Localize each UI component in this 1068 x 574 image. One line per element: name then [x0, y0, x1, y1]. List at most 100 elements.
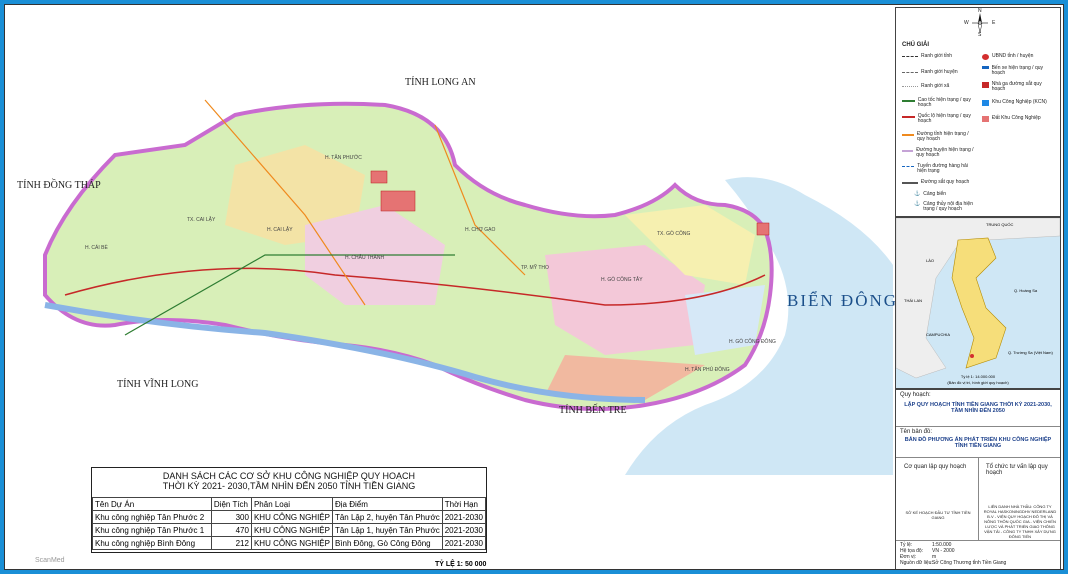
cell: 2021-2030: [441, 510, 487, 524]
district-label: H. GÒ CÔNG TÂY: [601, 277, 643, 283]
legend-duong-huyen: Đường huyện hiện trạng / quy hoạch: [902, 148, 974, 158]
district-label: H. GÒ CÔNG ĐÔNG: [729, 339, 776, 345]
cell: Khu công nghiệp Tân Phước 1: [92, 523, 212, 537]
inset-map: TRUNG QUỐC LÀO THÁI LAN CAMPUCHIA Q. Hoà…: [895, 217, 1061, 389]
legend-ranh-gioi-tinh: Ranh giới tỉnh: [902, 54, 952, 59]
data-table: Tên Dự Án Diện Tích Phân Loại Địa Điểm T…: [92, 497, 487, 550]
cell: Khu công nghiệp Tân Phước 2: [92, 510, 212, 524]
neighbor-ben-tre: TỈNH BẾN TRE: [559, 405, 627, 416]
district-label: TX. CAI LẬY: [187, 217, 216, 223]
vietnam-inset-svg: [895, 217, 1061, 388]
legend-duong-sat: Đường sắt quy hoạch: [902, 180, 974, 185]
bus-station-icon: [982, 66, 989, 69]
legend-cang-thuy: ⚓ Cảng thủy nội địa hiện trạng / quy hoạc…: [914, 201, 973, 212]
legend-cang-bien: ⚓ Cảng biển: [914, 191, 947, 197]
table-title: DANH SÁCH CÁC CƠ SỞ KHU CÔNG NGHIỆP QUY …: [162, 471, 416, 491]
inland-port-icon: ⚓: [914, 201, 921, 207]
compass-e: E: [992, 20, 996, 26]
map-name-row: Tên bản đồ: BẢN ĐỒ PHƯƠNG ÁN PHÁT TRIỂN …: [896, 427, 1060, 458]
inset-label: Q. Hoàng Sa: [1014, 288, 1038, 293]
legend-kcn: Khu Công Nghiệp (KCN): [982, 100, 1056, 106]
district-label: H. TÂN PHÚ ĐÔNG: [685, 367, 730, 373]
district-label: H. CHỢ GẠO: [465, 227, 496, 233]
agency-label: Cơ quan lập quy hoạch: [904, 464, 967, 470]
table-header-row: Tên Dự Án Diện Tích Phân Loại Địa Điểm T…: [92, 497, 487, 511]
inset-caption-1: Tỷ lệ 1: 14.000.000: [960, 374, 996, 379]
inset-label: LÀO: [926, 258, 935, 263]
legend-panel: N S E W CHÚ GIẢI Ranh giới tỉnh Ranh giớ…: [895, 7, 1061, 217]
district-label: H. TÂN PHƯỚC: [325, 155, 362, 161]
neighbor-dong-thap: TỈNH ĐỒNG THÁP: [17, 180, 101, 191]
map-frame: TỈNH LONG AN TỈNH ĐỒNG THÁP TỈNH VĨNH LO…: [4, 4, 1064, 570]
header-cell: Thời Hạn: [441, 497, 487, 511]
legend-cao-toc: Cao tốc hiện trạng / quy hoạch: [902, 98, 972, 108]
consultant-label: Tổ chức tư vấn lập quy hoạch: [986, 464, 1048, 476]
header-cell: Phân Loại: [250, 497, 333, 511]
port-icon: ⚓: [914, 191, 921, 197]
train-station-icon: [982, 82, 989, 88]
watermark: ScanMed: [35, 557, 65, 564]
legend-nha-ga: Nhà ga đường sắt quy hoạch: [982, 82, 1054, 92]
cell: 2021-2030: [441, 536, 487, 550]
consultant-value: LIÊN DANH NHÀ THẦU: CÔNG TY ROYAL HASKON…: [983, 504, 1057, 539]
inset-label: Q. Trường Sa (Việt Nam): [1008, 350, 1053, 355]
source-key: Nguồn dữ liệu:: [900, 560, 933, 566]
table-row: Khu công nghiệp Tân Phước 2 300 KHU CÔNG…: [92, 510, 487, 524]
cell: 212: [210, 536, 252, 550]
ubnd-icon: [982, 54, 989, 60]
cell: Tân Lập 1, huyện Tân Phước: [331, 523, 443, 537]
map-name: BẢN ĐỒ PHƯƠNG ÁN PHÁT TRIỂN KHU CÔNG NGH…: [904, 437, 1052, 449]
compass-s: S: [978, 32, 982, 38]
planning-label: Quy hoạch:: [900, 392, 931, 398]
header-cell: Diện Tích: [210, 497, 252, 511]
title-block: Quy hoạch: LẬP QUY HOẠCH TỈNH TIỀN GIANG…: [895, 389, 1061, 569]
district-label: H. CHÂU THÀNH: [345, 255, 385, 261]
district-label: TP. MỸ THO: [521, 265, 549, 271]
cell: Tân Lập 2, huyện Tân Phước: [331, 510, 443, 524]
legend-hang-hai: Tuyến đường hàng hải hiện trạng: [902, 164, 974, 174]
cell: 470: [210, 523, 252, 537]
industrial-land-icon: [982, 116, 989, 122]
tien-giang-marker: [970, 354, 974, 358]
planning-title: LẬP QUY HOẠCH TỈNH TIỀN GIANG THỜI KỲ 20…: [904, 402, 1052, 414]
cell: 300: [210, 510, 252, 524]
kcn-binh-dong: [756, 222, 770, 236]
cell: KHU CÔNG NGHIỆP: [250, 523, 333, 537]
header-cell: Địa Điểm: [331, 497, 443, 511]
cell: KHU CÔNG NGHIỆP: [250, 510, 333, 524]
cell: KHU CÔNG NGHIỆP: [250, 536, 333, 550]
district-label: TX. GÒ CÔNG: [657, 231, 691, 237]
neighbor-long-an: TỈNH LONG AN: [405, 77, 476, 88]
inset-label: CAMPUCHIA: [926, 332, 951, 337]
legend-ubnd: UBND tỉnh / huyện: [982, 54, 1033, 60]
table-row: Khu công nghiệp Tân Phước 1 470 KHU CÔNG…: [92, 523, 487, 537]
inset-caption-2: (Bản đồ vị trí, hình giới quy hoạch): [947, 380, 1009, 385]
legend-ranh-gioi-huyen: Ranh giới huyện: [902, 70, 958, 75]
planning-row: Quy hoạch: LẬP QUY HOẠCH TỈNH TIỀN GIANG…: [896, 390, 1060, 427]
compass-n: N: [978, 8, 982, 14]
inset-label: TRUNG QUỐC: [986, 222, 1014, 227]
neighbor-vinh-long: TỈNH VĨNH LONG: [117, 379, 199, 390]
legend-duong-tinh: Đường tỉnh hiện trạng / quy hoạch: [902, 132, 974, 142]
legend-ranh-gioi-xa: Ranh giới xã: [902, 84, 949, 89]
sea-label: BIỂN ĐÔNG: [787, 291, 899, 310]
cell: Bình Đông, Gò Công Đông: [331, 536, 443, 550]
legend-ben-xe: Bến xe hiện trạng / quy hoạch: [982, 66, 1054, 76]
table-row: Khu công nghiệp Bình Đông 212 KHU CÔNG N…: [92, 536, 487, 550]
source-value: Sở Công Thương tỉnh Tiền Giang: [932, 560, 1007, 566]
factory-icon: [982, 100, 989, 106]
divider: [978, 458, 979, 540]
inset-label: THÁI LAN: [904, 298, 923, 303]
legend-dat-kcn: Đất Khu Công Nghiệp: [982, 116, 1056, 122]
district-label: H. CAI LẬY: [267, 227, 293, 233]
divider: [896, 540, 1060, 541]
kcn-tan-phuoc-2: [380, 190, 416, 212]
district-label: H. CÁI BÈ: [85, 245, 108, 251]
compass-w: W: [964, 20, 969, 26]
cell: Khu công nghiệp Bình Đông: [92, 536, 212, 550]
cell: 2021-2030: [441, 523, 487, 537]
map-name-label: Tên bản đồ:: [900, 429, 933, 435]
industrial-zone-table: DANH SÁCH CÁC CƠ SỞ KHU CÔNG NGHIỆP QUY …: [91, 467, 487, 553]
legend-title: CHÚ GIẢI: [902, 42, 929, 48]
header-cell: Tên Dự Án: [92, 497, 212, 511]
